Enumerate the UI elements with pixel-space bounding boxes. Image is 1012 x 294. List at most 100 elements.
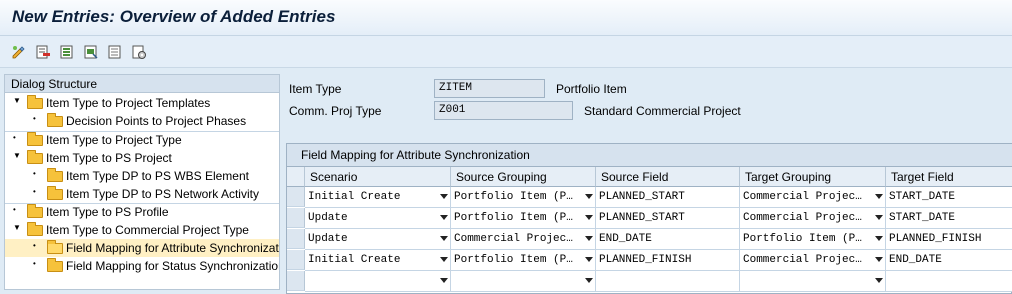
source-grouping-dropdown[interactable]: Portfolio Item (P… bbox=[451, 208, 596, 229]
tree-item-project-type[interactable]: • Item Type to Project Type bbox=[5, 131, 279, 149]
tree-item-label: Decision Points to Project Phases bbox=[66, 114, 247, 128]
source-grouping-dropdown[interactable] bbox=[451, 271, 596, 292]
row-selector[interactable] bbox=[287, 208, 305, 228]
scenario-dropdown[interactable]: Initial Create bbox=[305, 187, 451, 208]
cell-value: Portfolio Item (P… bbox=[454, 212, 573, 224]
dropdown-arrow-icon[interactable] bbox=[440, 194, 448, 199]
leaf-bullet-icon: • bbox=[33, 169, 36, 178]
field-mapping-table: Field Mapping for Attribute Synchronizat… bbox=[286, 143, 1012, 294]
tree-item-decision-points[interactable]: • Decision Points to Project Phases bbox=[5, 112, 279, 130]
select-all-icon[interactable] bbox=[58, 43, 76, 61]
source-grouping-dropdown[interactable]: Portfolio Item (P… bbox=[451, 250, 596, 271]
title-bar: New Entries: Overview of Added Entries bbox=[0, 0, 1012, 36]
cell-value: Portfolio Item (P… bbox=[454, 191, 573, 203]
row-selector[interactable] bbox=[287, 271, 305, 291]
dropdown-arrow-icon[interactable] bbox=[875, 257, 883, 262]
dropdown-arrow-icon[interactable] bbox=[440, 278, 448, 283]
tree-item-status-sync[interactable]: • Field Mapping for Status Synchronizati… bbox=[5, 257, 279, 275]
source-field-cell[interactable] bbox=[596, 271, 740, 292]
source-field-cell[interactable]: PLANNED_FINISH bbox=[596, 250, 740, 271]
expand-icon[interactable]: ▼ bbox=[13, 223, 23, 232]
dropdown-arrow-icon[interactable] bbox=[875, 236, 883, 241]
target-grouping-dropdown[interactable]: Commercial Projec… bbox=[740, 208, 886, 229]
tree-item-ps-profile[interactable]: • Item Type to PS Profile bbox=[5, 203, 279, 221]
column-header-scenario[interactable]: Scenario bbox=[305, 167, 451, 187]
folder-icon bbox=[27, 222, 43, 236]
target-grouping-dropdown[interactable] bbox=[740, 271, 886, 292]
tree-item-label: Item Type DP to PS Network Activity bbox=[66, 187, 259, 201]
tree-item-label: Field Mapping for Status Synchronization bbox=[66, 259, 279, 273]
cell-value: Commercial Projec… bbox=[454, 233, 573, 245]
dropdown-arrow-icon[interactable] bbox=[585, 278, 593, 283]
scenario-dropdown[interactable]: Initial Create bbox=[305, 250, 451, 271]
configure-icon[interactable] bbox=[130, 43, 148, 61]
dropdown-arrow-icon[interactable] bbox=[875, 194, 883, 199]
row-selector[interactable] bbox=[287, 250, 305, 270]
cell-value: Portfolio Item (P… bbox=[454, 254, 573, 266]
source-field-cell[interactable]: END_DATE bbox=[596, 229, 740, 250]
source-grouping-dropdown[interactable]: Commercial Projec… bbox=[451, 229, 596, 250]
target-field-cell[interactable]: START_DATE bbox=[886, 187, 1012, 208]
target-grouping-dropdown[interactable]: Commercial Projec… bbox=[740, 250, 886, 271]
column-header-target-grouping[interactable]: Target Grouping bbox=[740, 167, 886, 187]
dropdown-arrow-icon[interactable] bbox=[585, 257, 593, 262]
tree-item-attribute-sync[interactable]: • Field Mapping for Attribute Synchroniz… bbox=[5, 239, 279, 257]
select-block-icon[interactable] bbox=[82, 43, 100, 61]
dropdown-arrow-icon[interactable] bbox=[440, 236, 448, 241]
tree-item-network-activity[interactable]: • Item Type DP to PS Network Activity bbox=[5, 185, 279, 203]
item-type-description: Portfolio Item bbox=[556, 82, 627, 96]
scenario-dropdown[interactable]: Update bbox=[305, 229, 451, 250]
select-all-rows-button[interactable] bbox=[287, 167, 305, 187]
cell-value: Update bbox=[308, 212, 348, 224]
source-field-cell[interactable]: PLANNED_START bbox=[596, 187, 740, 208]
dropdown-arrow-icon[interactable] bbox=[875, 215, 883, 220]
table-title: Field Mapping for Attribute Synchronizat… bbox=[287, 144, 1012, 167]
dropdown-arrow-icon[interactable] bbox=[875, 278, 883, 283]
cell-value: Initial Create bbox=[308, 191, 401, 203]
folder-icon bbox=[27, 150, 43, 164]
leaf-bullet-icon: • bbox=[13, 133, 16, 142]
column-header-source-field[interactable]: Source Field bbox=[596, 167, 740, 187]
dropdown-arrow-icon[interactable] bbox=[585, 215, 593, 220]
dropdown-arrow-icon[interactable] bbox=[585, 236, 593, 241]
expand-icon[interactable]: ▼ bbox=[13, 96, 23, 105]
dropdown-arrow-icon[interactable] bbox=[440, 257, 448, 262]
column-header-source-grouping[interactable]: Source Grouping bbox=[451, 167, 596, 187]
display-change-icon[interactable] bbox=[10, 43, 28, 61]
tree-item-label: Item Type DP to PS WBS Element bbox=[66, 169, 249, 183]
expand-icon[interactable]: ▼ bbox=[13, 151, 23, 160]
comm-proj-type-field[interactable]: Z001 bbox=[434, 101, 573, 120]
tree-item-commercial-project-type[interactable]: ▼ Item Type to Commercial Project Type bbox=[5, 221, 279, 239]
deselect-all-icon[interactable] bbox=[106, 43, 124, 61]
application-toolbar bbox=[0, 36, 1012, 68]
tree-item-project-templates[interactable]: ▼ Item Type to Project Templates bbox=[5, 94, 279, 112]
tree-item-ps-project[interactable]: ▼ Item Type to PS Project bbox=[5, 149, 279, 167]
tree-item-label: Item Type to PS Project bbox=[46, 151, 172, 165]
delete-icon[interactable] bbox=[34, 43, 52, 61]
tree-item-label: Item Type to Commercial Project Type bbox=[46, 223, 249, 237]
scenario-dropdown[interactable] bbox=[305, 271, 451, 292]
cell-value: Commercial Projec… bbox=[743, 191, 862, 203]
target-field-cell[interactable] bbox=[886, 271, 1012, 292]
tree-item-wbs-element[interactable]: • Item Type DP to PS WBS Element bbox=[5, 167, 279, 185]
leaf-bullet-icon: • bbox=[33, 187, 36, 196]
target-field-cell[interactable]: START_DATE bbox=[886, 208, 1012, 229]
row-selector[interactable] bbox=[287, 229, 305, 249]
target-field-cell[interactable]: END_DATE bbox=[886, 250, 1012, 271]
item-type-field[interactable]: ZITEM bbox=[434, 79, 545, 98]
target-grouping-dropdown[interactable]: Commercial Projec… bbox=[740, 187, 886, 208]
column-header-target-field[interactable]: Target Field bbox=[886, 167, 1012, 187]
folder-icon bbox=[27, 204, 43, 218]
source-field-cell[interactable]: PLANNED_START bbox=[596, 208, 740, 229]
target-grouping-dropdown[interactable]: Portfolio Item (P… bbox=[740, 229, 886, 250]
source-grouping-dropdown[interactable]: Portfolio Item (P… bbox=[451, 187, 596, 208]
target-field-cell[interactable]: PLANNED_FINISH bbox=[886, 229, 1012, 250]
folder-icon bbox=[47, 113, 63, 127]
dialog-structure-panel: Dialog Structure ▼ Item Type to Project … bbox=[4, 74, 280, 290]
dropdown-arrow-icon[interactable] bbox=[585, 194, 593, 199]
scenario-dropdown[interactable]: Update bbox=[305, 208, 451, 229]
leaf-bullet-icon: • bbox=[33, 241, 36, 250]
row-selector[interactable] bbox=[287, 187, 305, 207]
cell-value: Update bbox=[308, 233, 348, 245]
dropdown-arrow-icon[interactable] bbox=[440, 215, 448, 220]
